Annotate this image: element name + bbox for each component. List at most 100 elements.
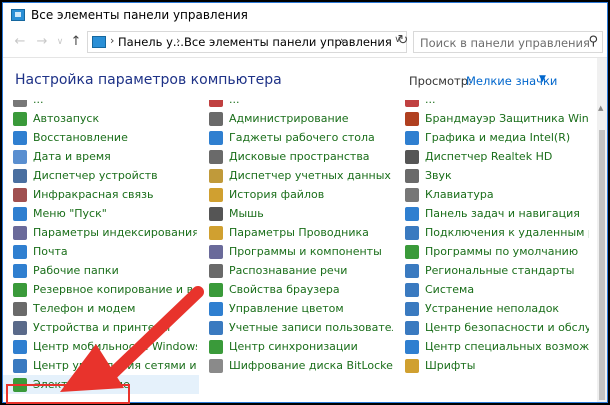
control-panel-item[interactable]: Центр безопасности и обслуживания [395,318,591,337]
control-panel-item[interactable]: Рабочие папки [3,261,199,280]
item-icon [405,245,419,259]
control-panel-item[interactable]: Брандмауэр Защитника Windows [395,109,591,128]
control-panel-item[interactable]: ... [395,100,591,109]
item-label: ... [229,100,240,106]
control-panel-item[interactable]: Центр синхронизации [199,337,395,356]
control-panel-item[interactable]: Подключения к удаленным рабочим столам [395,223,591,242]
item-label: Почта [33,245,68,258]
item-label: Диспетчер учетных данных [229,169,391,182]
item-icon [209,188,223,202]
control-panel-item[interactable]: Диспетчер Realtek HD [395,147,591,166]
control-panel-item[interactable]: Программы по умолчанию [395,242,591,261]
breadcrumb-all-items[interactable]: Все элементы панели управления [184,35,392,49]
item-icon [13,100,27,107]
item-icon [13,207,27,221]
item-icon [405,302,419,316]
item-icon [209,283,223,297]
vertical-scrollbar[interactable]: ▲ [597,58,607,402]
control-panel-item[interactable]: ... [3,100,199,109]
control-panel-item[interactable]: Клавиатура [395,185,591,204]
control-panel-item[interactable]: Автозапуск [3,109,199,128]
control-panel-item[interactable]: Параметры Проводника [199,223,395,242]
item-icon [13,226,27,240]
control-panel-item[interactable]: Устранение неполадок [395,299,591,318]
control-panel-item[interactable]: Администрирование [199,109,395,128]
item-icon [405,169,419,183]
control-panel-item[interactable]: Инфракрасная связь [3,185,199,204]
back-arrow-icon[interactable]: ← [11,33,29,51]
search-box[interactable]: Поиск в панели управления ⚲ [413,31,603,53]
control-panel-item[interactable]: Шифрование диска BitLocker [199,356,395,375]
control-panel-item[interactable]: Устройства и принтеры [3,318,199,337]
control-panel-item[interactable]: Центр специальных возможностей [395,337,591,356]
control-panel-item[interactable]: Система [395,280,591,299]
item-label: Резервное копирование и восстановление [33,283,197,296]
content-area: Настройка параметров компьютера Просмотр… [3,57,607,402]
control-panel-item[interactable]: Учетные записи пользователей [199,318,395,337]
item-icon [405,359,419,373]
control-panel-item[interactable]: Панель задач и навигация [395,204,591,223]
breadcrumb-separator-icon[interactable]: › [110,34,114,47]
item-icon [209,302,223,316]
page-title: Настройка параметров компьютера [15,72,282,88]
control-panel-item[interactable]: ... [199,100,395,109]
control-panel-item[interactable]: Резервное копирование и восстановление [3,280,199,299]
control-panel-item[interactable]: Управление цветом [199,299,395,318]
control-panel-item[interactable]: Диспетчер устройств [3,166,199,185]
control-panel-window: Все элементы панели управления ← → ∨ ↑ ›… [2,2,608,403]
item-icon [405,188,419,202]
chevron-down-icon[interactable]: ▼ [539,74,546,84]
address-bar[interactable]: › Панель у... › Все элементы панели упра… [87,31,407,53]
control-panel-item[interactable]: Дата и время [3,147,199,166]
control-panel-item[interactable]: Программы и компоненты [199,242,395,261]
item-label: Дисковые пространства [229,150,370,163]
item-icon [209,321,223,335]
search-placeholder: Поиск в панели управления [420,36,590,50]
address-control-panel-icon [92,36,106,48]
search-icon[interactable]: ⚲ [588,34,598,49]
refresh-icon[interactable]: ↻ [394,33,412,51]
control-panel-item[interactable]: Меню "Пуск" [3,204,199,223]
control-panel-icon [11,9,25,21]
item-label: Рабочие папки [33,264,119,277]
control-panel-item[interactable]: Шрифты [395,356,591,375]
forward-arrow-icon[interactable]: → [33,33,51,51]
control-panel-item[interactable]: Почта [3,242,199,261]
title-bar[interactable]: Все элементы панели управления [3,3,607,29]
item-icon [209,131,223,145]
up-arrow-icon[interactable]: ↑ [67,33,85,51]
control-panel-item[interactable]: Гаджеты рабочего стола [199,128,395,147]
navigation-toolbar: ← → ∨ ↑ › Панель у... › Все элементы пан… [3,29,607,57]
item-icon [405,207,419,221]
item-icon [209,100,223,107]
item-icon [209,340,223,354]
control-panel-item[interactable]: Телефон и модем [3,299,199,318]
control-panel-item[interactable]: Региональные стандарты [395,261,591,280]
breadcrumb-separator-icon[interactable]: › [340,34,344,47]
control-panel-item[interactable]: Параметры индексирования [3,223,199,242]
control-panel-item[interactable]: История файлов [199,185,395,204]
item-label: Параметры Проводника [229,226,369,239]
item-label: Меню "Пуск" [33,207,107,220]
control-panel-item[interactable]: Звук [395,166,591,185]
scroll-up-icon[interactable]: ▲ [598,104,603,112]
breadcrumb-control-panel[interactable]: Панель у... [118,35,184,49]
control-panel-item[interactable]: Дисковые пространства [199,147,395,166]
item-label: Учетные записи пользователей [229,321,393,334]
item-label: Распознавание речи [229,264,348,277]
control-panel-item[interactable]: Центр мобильности Windows [3,337,199,356]
item-icon [13,264,27,278]
control-panel-item[interactable]: Диспетчер учетных данных [199,166,395,185]
item-label: Гаджеты рабочего стола [229,131,375,144]
control-panel-item[interactable]: Графика и медиа Intel(R) [395,128,591,147]
control-panel-item[interactable]: Восстановление [3,128,199,147]
control-panel-item[interactable]: Распознавание речи [199,261,395,280]
control-panel-item[interactable]: Мышь [199,204,395,223]
control-panel-item[interactable]: Центр управления сетями и общим доступом [3,356,199,375]
scrollbar-thumb[interactable] [599,130,605,400]
breadcrumb-separator-icon[interactable]: › [176,34,180,47]
item-label: Свойства браузера [229,283,340,296]
control-panel-item[interactable]: Свойства браузера [199,280,395,299]
item-icon [13,169,27,183]
item-label: Администрирование [229,112,349,125]
